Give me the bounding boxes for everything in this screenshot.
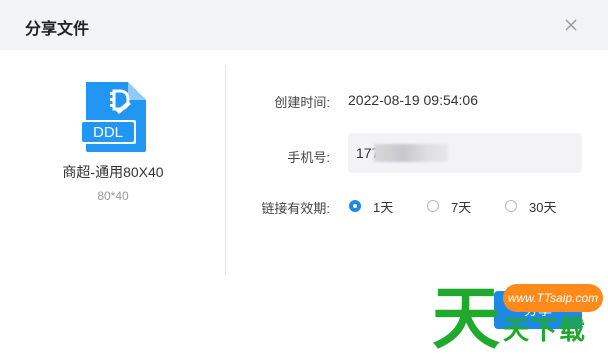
dialog-title: 分享文件 [25,21,90,38]
period-option-30-day[interactable]: 30天 [505,198,557,215]
dialog-header: 分享文件 [0,0,608,50]
period-option-1-day[interactable]: 1天 [349,198,394,215]
phone-label: 手机号: [287,150,330,165]
phone-redaction-blur [374,144,448,162]
created-time-value: 2022-08-19 09:54:06 [348,92,478,108]
watermark-big-char: 天 [432,280,500,352]
created-time-label: 创建时间: [274,95,330,110]
phone-input[interactable]: 177 [348,133,582,173]
watermark-logo: 天 [432,280,500,352]
link-period-label: 链接有效期: [261,201,330,216]
watermark-badge: www.TTsaip.com [503,284,603,312]
period-option-7-day[interactable]: 7天 [427,198,472,215]
share-file-dialog: 分享文件 DDL 商超-通用80X40 80*40 创建时间: 2022-08-… [0,0,608,354]
period-option-label: 30天 [529,199,557,215]
radio-checked-icon [349,200,361,212]
period-option-label: 7天 [451,199,472,215]
period-option-label: 1天 [373,199,394,215]
file-icon-label: DDL [93,124,123,141]
radio-unchecked-icon [427,200,439,212]
close-icon[interactable] [562,16,580,34]
watermark-chars: 天下载 [503,315,588,345]
radio-unchecked-icon [505,200,517,212]
